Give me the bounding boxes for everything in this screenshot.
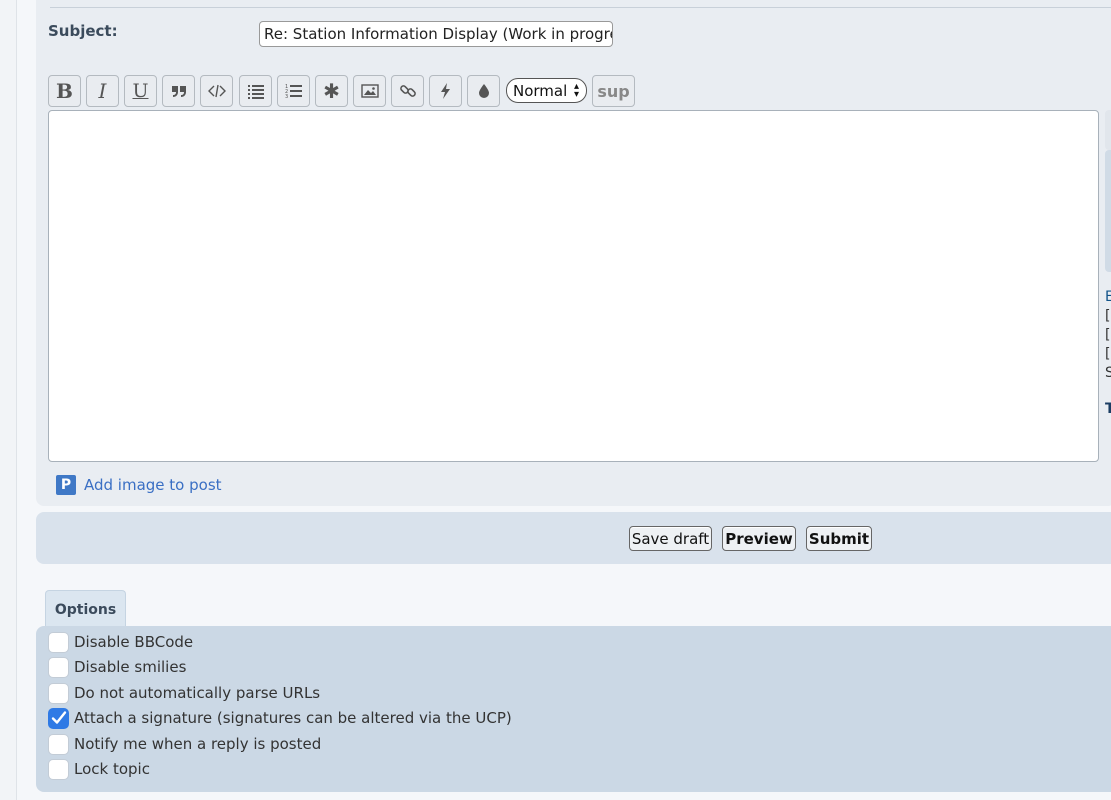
list-button[interactable] (239, 75, 272, 107)
option-label: Lock topic (74, 760, 150, 778)
option-notify-reply[interactable]: Notify me when a reply is posted (48, 732, 321, 756)
checkbox[interactable] (48, 733, 69, 755)
left-gutter (0, 0, 17, 800)
peek-text: E (1105, 289, 1111, 305)
underline-icon: U (132, 80, 149, 102)
peek-text: [ (1105, 327, 1111, 343)
checkbox[interactable] (48, 656, 69, 678)
peek-text: [ (1105, 308, 1111, 324)
checkbox[interactable] (48, 682, 69, 704)
link-button[interactable] (391, 75, 424, 107)
peek-text: T (1105, 401, 1111, 417)
postimage-icon: P (56, 475, 76, 495)
option-no-parse-urls[interactable]: Do not automatically parse URLs (48, 681, 320, 705)
option-lock-topic[interactable]: Lock topic (48, 757, 150, 781)
quote-icon (171, 86, 186, 97)
ordered-list-button[interactable]: 123 (277, 75, 310, 107)
image-button[interactable] (353, 75, 386, 107)
option-label: Disable smilies (74, 658, 187, 676)
color-button[interactable] (467, 75, 500, 107)
tab-options[interactable]: Options (45, 590, 126, 628)
quote-button[interactable] (162, 75, 195, 107)
checkbox-checked[interactable] (48, 707, 69, 729)
link-icon (399, 85, 416, 97)
droplet-icon (478, 84, 489, 98)
updown-arrows-icon: ▴ ▾ (573, 81, 579, 100)
bold-icon: B (56, 79, 73, 103)
list-icon (247, 85, 264, 99)
option-label: Do not automatically parse URLs (74, 684, 321, 702)
code-button[interactable] (200, 75, 233, 107)
list-item-button[interactable]: ✱ (315, 75, 348, 107)
option-label: Attach a signature (signatures can be al… (74, 709, 512, 727)
lightning-icon (440, 83, 450, 99)
option-label: Disable BBCode (74, 633, 194, 651)
message-textarea[interactable] (48, 110, 1099, 462)
peek-text: [ (1105, 346, 1111, 362)
checkbox[interactable] (48, 758, 69, 780)
submit-panel: Save draft Preview Submit (36, 512, 1111, 564)
ordered-list-icon: 123 (285, 84, 302, 100)
peek-text: S (1105, 365, 1111, 381)
code-icon (207, 84, 226, 98)
italic-icon: I (98, 79, 107, 103)
subject-label: Subject: (48, 22, 118, 40)
option-label: Notify me when a reply is posted (74, 735, 322, 753)
divider (50, 7, 1111, 8)
subject-input[interactable]: Re: Station Information Display (Work in… (259, 21, 613, 47)
peek-box (1105, 150, 1111, 272)
flash-button[interactable] (429, 75, 462, 107)
add-image-link[interactable]: P Add image to post (56, 474, 222, 496)
add-image-label: Add image to post (84, 476, 222, 494)
underline-button[interactable]: U (124, 75, 157, 107)
option-attach-signature[interactable]: Attach a signature (signatures can be al… (48, 706, 512, 730)
sup-button[interactable]: sup (592, 75, 635, 107)
option-disable-bbcode[interactable]: Disable BBCode (48, 630, 193, 654)
font-size-value: Normal (513, 81, 568, 100)
save-draft-button[interactable]: Save draft (629, 526, 712, 551)
submit-button[interactable]: Submit (806, 526, 872, 551)
italic-button[interactable]: I (86, 75, 119, 107)
checkbox[interactable] (48, 631, 69, 653)
bold-button[interactable]: B (48, 75, 81, 107)
image-icon (360, 84, 379, 98)
preview-button[interactable]: Preview (722, 526, 796, 551)
checkmark-icon (51, 711, 66, 724)
font-size-select[interactable]: Normal ▴ ▾ (506, 78, 587, 103)
peek-box (1105, 110, 1111, 150)
asterisk-icon: ✱ (323, 79, 340, 103)
svg-text:3: 3 (285, 94, 288, 100)
right-panel-peek: E [ [ [ S T (1103, 110, 1111, 440)
option-disable-smilies[interactable]: Disable smilies (48, 655, 186, 679)
